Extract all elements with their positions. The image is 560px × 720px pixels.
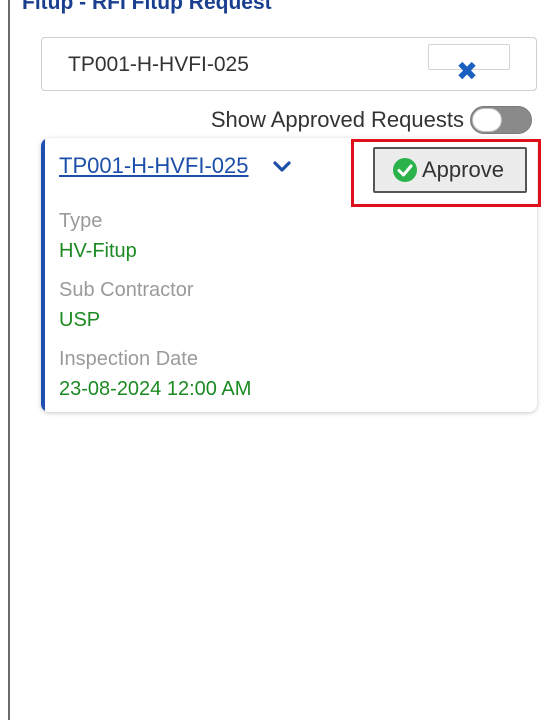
rfi-fitup-panel: Fitup - RFI Fitup Request ✖ Show Approve… <box>0 0 560 720</box>
toggle-knob <box>472 108 502 132</box>
search-input[interactable] <box>68 52 428 78</box>
show-approved-label: Show Approved Requests <box>210 107 464 132</box>
panel-divider <box>8 0 10 720</box>
approve-button[interactable]: Approve <box>373 147 527 193</box>
show-approved-row: Show Approved Requests <box>211 104 532 136</box>
type-label: Type <box>59 210 103 232</box>
page-title-sub: RFI Fitup Request <box>91 0 272 14</box>
page-title-separator: - <box>73 0 92 14</box>
card-accent-bar <box>41 138 45 412</box>
inspection-date-label: Inspection Date <box>59 348 198 370</box>
chevron-down-icon[interactable] <box>271 156 293 178</box>
search-box: ✖ <box>41 37 537 91</box>
check-circle-icon <box>393 158 417 182</box>
sub-contractor-value: USP <box>59 309 101 331</box>
type-value: HV-Fitup <box>59 240 137 262</box>
page-title: Fitup - RFI Fitup Request <box>22 0 272 15</box>
sub-contractor-label: Sub Contractor <box>59 279 194 301</box>
inspection-date-value: 23-08-2024 12:00 AM <box>59 378 252 400</box>
approve-label: Approve <box>422 157 504 182</box>
request-id-link[interactable]: TP001-H-HVFI-025 <box>59 153 249 179</box>
show-approved-toggle[interactable] <box>470 106 532 134</box>
close-icon[interactable]: ✖ <box>454 58 480 84</box>
page-title-main: Fitup <box>22 0 74 14</box>
